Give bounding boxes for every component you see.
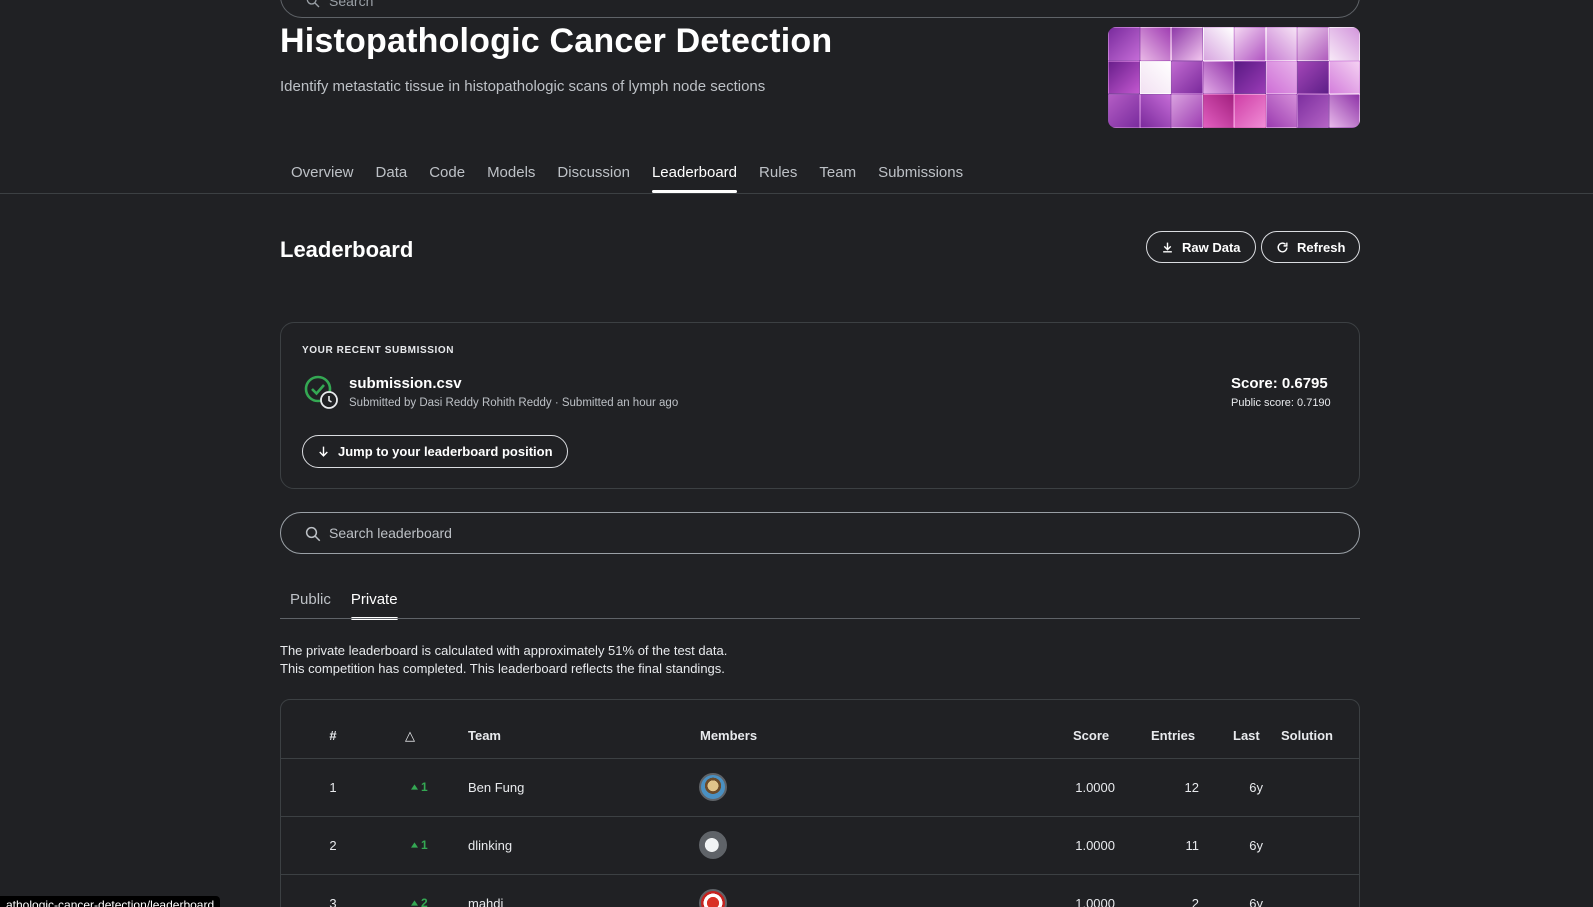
tab-code[interactable]: Code bbox=[418, 156, 476, 191]
team-entries: 2 bbox=[1191, 896, 1199, 907]
team-entries: 11 bbox=[1185, 838, 1200, 853]
row-rank: 1 bbox=[329, 780, 337, 795]
member-avatar[interactable] bbox=[699, 831, 727, 859]
refresh-icon bbox=[1277, 241, 1288, 252]
rank-change-value: 1 bbox=[421, 838, 428, 852]
header-last[interactable]: Last bbox=[1233, 728, 1260, 743]
tab-private[interactable]: Private bbox=[341, 585, 408, 620]
rank-change: 2 bbox=[411, 896, 428, 907]
header-delta[interactable]: △ bbox=[405, 728, 415, 744]
header-team[interactable]: Team bbox=[468, 728, 501, 743]
page-title: Leaderboard bbox=[280, 237, 414, 262]
row-rank: 3 bbox=[329, 896, 337, 907]
team-name[interactable]: Ben Fung bbox=[468, 780, 524, 795]
competition-title: Histopathologic Cancer Detection bbox=[280, 22, 833, 60]
raw-data-button[interactable]: Raw Data bbox=[1146, 231, 1256, 263]
subtabs-divider bbox=[280, 618, 1360, 619]
submission-score: Score: 0.6795 bbox=[1231, 375, 1328, 392]
note-line-1: The private leaderboard is calculated wi… bbox=[280, 643, 728, 658]
arrow-down-icon bbox=[319, 446, 328, 457]
refresh-button[interactable]: Refresh bbox=[1261, 231, 1361, 263]
table-row[interactable]: 3 2 mahdi 1.0000 2 6y bbox=[281, 874, 1359, 907]
submission-meta: Submitted by Dasi Reddy Rohith Reddy · S… bbox=[349, 397, 679, 409]
table-row[interactable]: 2 1 dlinking 1.0000 11 6y bbox=[281, 816, 1359, 874]
tab-submissions[interactable]: Submissions bbox=[867, 156, 974, 191]
team-name[interactable]: mahdi bbox=[468, 896, 503, 907]
jump-label: Jump to your leaderboard position bbox=[338, 444, 553, 459]
tab-overview[interactable]: Overview bbox=[280, 156, 365, 191]
refresh-label: Refresh bbox=[1297, 239, 1346, 255]
caret-up-icon bbox=[411, 900, 418, 906]
rank-change: 1 bbox=[411, 838, 428, 852]
submission-success-icon bbox=[304, 375, 338, 409]
rank-change: 1 bbox=[411, 780, 428, 794]
team-score: 1.0000 bbox=[1075, 780, 1115, 795]
member-avatar[interactable] bbox=[699, 773, 727, 801]
header-rank[interactable]: # bbox=[323, 728, 343, 743]
leaderboard-search bbox=[280, 512, 1360, 554]
member-avatar[interactable] bbox=[699, 889, 727, 907]
leaderboard-note: The private leaderboard is calculated wi… bbox=[280, 642, 727, 678]
competition-subtitle: Identify metastatic tissue in histopatho… bbox=[280, 78, 766, 95]
leaderboard-table: # △ Team Members Score Entries Last Solu… bbox=[280, 699, 1360, 907]
status-bar-url: athologic-cancer-detection/leaderboard bbox=[0, 896, 221, 907]
rank-change-value: 1 bbox=[421, 780, 428, 794]
tab-rules[interactable]: Rules bbox=[748, 156, 808, 191]
caret-up-icon bbox=[411, 784, 418, 790]
leaderboard-subtabs: Public Private bbox=[280, 585, 408, 620]
header-solution: Solution bbox=[1281, 728, 1333, 743]
team-last: 6y bbox=[1249, 838, 1263, 853]
tab-discussion[interactable]: Discussion bbox=[546, 156, 641, 191]
jump-to-position-button[interactable]: Jump to your leaderboard position bbox=[302, 435, 568, 468]
tab-leaderboard[interactable]: Leaderboard bbox=[641, 156, 748, 193]
tabs-divider bbox=[0, 193, 1593, 194]
team-score: 1.0000 bbox=[1075, 896, 1115, 907]
caret-up-icon bbox=[411, 842, 418, 848]
header-entries[interactable]: Entries bbox=[1151, 728, 1195, 743]
download-icon bbox=[1163, 242, 1172, 253]
tab-team[interactable]: Team bbox=[808, 156, 867, 191]
recent-submission-label: YOUR RECENT SUBMISSION bbox=[302, 345, 455, 356]
leaderboard-search-input[interactable] bbox=[329, 513, 1329, 553]
search-icon bbox=[305, 526, 321, 542]
team-name[interactable]: dlinking bbox=[468, 838, 512, 853]
header-members[interactable]: Members bbox=[700, 728, 757, 743]
tab-models[interactable]: Models bbox=[476, 156, 546, 191]
team-score: 1.0000 bbox=[1075, 838, 1115, 853]
team-last: 6y bbox=[1249, 896, 1263, 907]
site-search-placeholder: Search bbox=[329, 0, 374, 9]
note-line-2: This competition has completed. This lea… bbox=[280, 661, 725, 676]
team-last: 6y bbox=[1249, 780, 1263, 795]
rank-change-value: 2 bbox=[421, 896, 428, 907]
search-icon bbox=[306, 0, 320, 8]
header-score[interactable]: Score bbox=[1073, 728, 1109, 743]
team-entries: 12 bbox=[1184, 780, 1199, 795]
table-row[interactable]: 1 1 Ben Fung 1.0000 12 6y bbox=[281, 758, 1359, 816]
competition-banner-image bbox=[1108, 27, 1360, 128]
row-rank: 2 bbox=[329, 838, 337, 853]
competition-nav-tabs: Overview Data Code Models Discussion Lea… bbox=[280, 156, 974, 193]
tab-public[interactable]: Public bbox=[280, 585, 341, 619]
raw-data-label: Raw Data bbox=[1182, 239, 1241, 255]
tab-data[interactable]: Data bbox=[365, 156, 419, 191]
site-search-bar[interactable]: Search bbox=[280, 0, 1360, 18]
submission-public-score: Public score: 0.7190 bbox=[1231, 397, 1331, 409]
submission-filename[interactable]: submission.csv bbox=[349, 375, 462, 392]
